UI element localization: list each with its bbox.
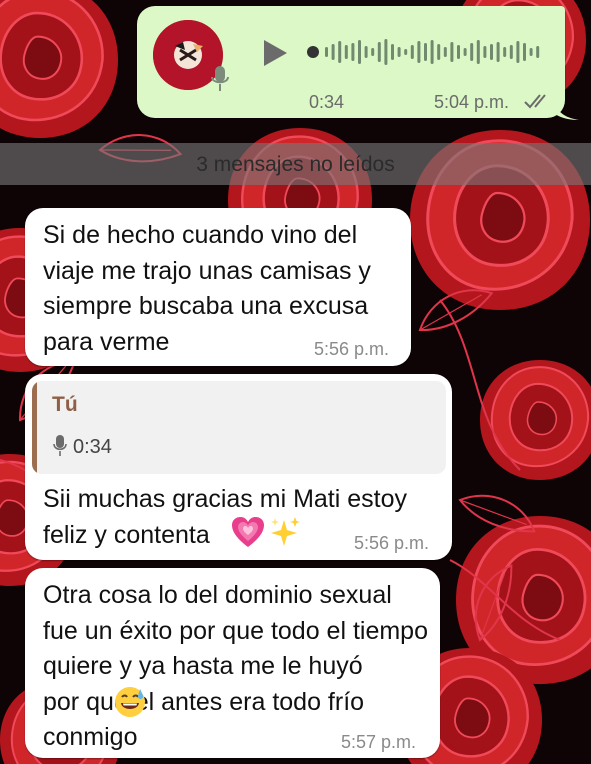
waveform-bar <box>404 49 408 55</box>
bubble-tail <box>555 104 579 120</box>
voice-waveform[interactable] <box>307 32 545 72</box>
waveform-bar <box>523 43 526 61</box>
unread-messages-label: 3 mensajes no leídos <box>196 153 395 176</box>
incoming-message[interactable]: Otra cosa lo del dominio sexual fue un é… <box>25 568 440 758</box>
mic-icon <box>53 435 67 456</box>
waveform-bar <box>397 47 401 57</box>
waveform-bar <box>344 45 348 59</box>
message-text-part: Otra cosa lo del dominio sexual fue un é… <box>43 581 428 680</box>
waveform-bar <box>470 43 474 61</box>
waveform-bar <box>331 44 335 60</box>
voice-duration: 0:34 <box>309 92 345 112</box>
waveform-bar <box>325 47 328 57</box>
waveform-bar <box>529 48 533 56</box>
sparkles-emoji <box>271 517 300 546</box>
waveform-bar <box>516 41 520 63</box>
message-text: Otra cosa lo del dominio sexual fue un é… <box>43 578 428 756</box>
quote-author: Tú <box>52 393 78 416</box>
voice-note-bubble[interactable]: 0:34 5:04 p.m. <box>137 6 565 118</box>
waveform-bar <box>364 46 368 58</box>
waveform-bar <box>509 45 513 59</box>
growing-heart-emoji <box>232 517 264 547</box>
waveform-bar <box>351 43 355 61</box>
quote-bar <box>32 381 37 474</box>
message-time: 5:04 p.m. <box>434 92 510 112</box>
waveform-bar <box>443 47 447 57</box>
waveform-bar <box>371 48 375 56</box>
waveform-bar <box>476 40 480 64</box>
waveform-bar <box>377 42 381 62</box>
waveform-bar <box>437 44 441 60</box>
message-time: 5:56 p.m. <box>314 339 390 359</box>
message-text-part: por que el antes era todo frío conmigo <box>43 687 365 752</box>
waveform-bar <box>410 45 414 59</box>
quote-duration: 0:34 <box>73 436 112 458</box>
waveform-bar <box>457 45 460 59</box>
waveform-bar <box>496 42 500 62</box>
grinning-sweat-emoji <box>115 687 145 717</box>
incoming-message[interactable]: Tú 0:34 Sii muchas gracias mi Mati estoy… <box>25 374 452 560</box>
unread-messages-banner: 3 mensajes no leídos <box>0 143 591 185</box>
waveform-bar <box>338 41 342 63</box>
waveform-bar <box>536 46 540 58</box>
incoming-message[interactable]: Si de hecho cuando vino del viaje me tra… <box>25 208 411 366</box>
mic-icon <box>211 66 229 91</box>
waveform-bar <box>417 41 421 63</box>
waveform-bar <box>503 47 507 57</box>
quoted-reply[interactable]: Tú 0:34 <box>32 381 446 474</box>
message-time: 5:56 p.m. <box>354 533 430 553</box>
double-check-icon <box>524 94 546 109</box>
waveform-bar <box>384 39 388 65</box>
waveform-bar <box>424 43 427 61</box>
waveform-bar <box>358 40 361 64</box>
play-icon[interactable] <box>261 38 289 68</box>
waveform-bar <box>463 48 467 56</box>
playback-position-dot[interactable] <box>307 46 319 58</box>
message-time: 5:57 p.m. <box>341 732 417 752</box>
waveform-bar <box>430 40 434 64</box>
waveform-bar <box>490 44 493 60</box>
waveform-bar <box>483 46 487 58</box>
waveform-bar <box>391 44 394 60</box>
waveform-bar <box>450 42 454 62</box>
